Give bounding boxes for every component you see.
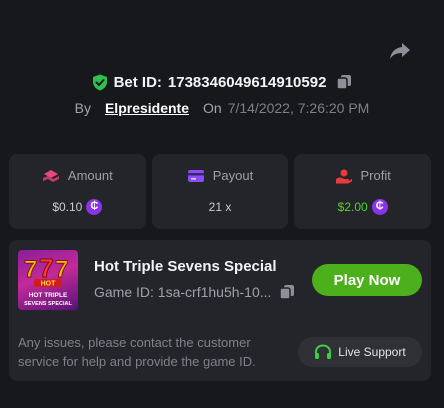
game-id-row: Game ID: 1sa-crf1hu5h-10... [94,284,295,300]
copy-icon [336,75,352,90]
game-thumbnail[interactable]: 7 7 7 HOT HOT TRIPLE SEVENS SPECIAL [18,250,78,310]
profit-label: Profit [360,168,391,183]
coin-icon: ₵ [86,198,103,215]
game-title: Hot Triple Sevens Special [94,258,277,275]
copy-icon [279,285,295,300]
payout-label: Payout [212,168,254,183]
share-icon [390,43,410,59]
play-now-button[interactable]: Play Now [312,264,422,296]
support-notice: Any issues, please contact the customer … [18,335,256,369]
payout-card: Payout 21 x [151,154,289,229]
amount-icon [42,168,60,184]
copy-bet-id-button[interactable] [336,74,352,90]
on-label: On [203,100,222,116]
profit-card: Profit $2.00 ₵ [294,154,432,229]
profit-value: $2.00 [337,199,368,214]
bet-date: 7/14/2022, 7:26:20 PM [227,100,370,116]
bet-stats: Amount $0.10 ₵ Payout 21 x Profit $2.00 … [9,154,432,229]
bet-id-row: Bet ID: 1738346049614910592 [0,72,444,92]
copy-game-id-button[interactable] [279,284,295,300]
svg-text:7: 7 [24,256,37,283]
amount-card: Amount $0.10 ₵ [9,154,146,229]
share-button[interactable] [389,40,411,62]
profit-icon [335,168,353,184]
username-link[interactable]: Elpresidente [105,100,189,116]
live-support-label: Live Support [338,345,406,359]
coin-icon: ₵ [371,198,388,215]
headset-icon [314,343,332,361]
payout-value: 21 x [208,199,232,214]
bet-id-label: Bet ID: [113,73,162,91]
game-id: Game ID: 1sa-crf1hu5h-10... [94,284,272,300]
thumb-caption-1: HOT TRIPLE [29,292,68,299]
thumb-logo: HOT [41,281,57,288]
bet-id-value: 1738346049614910592 [167,73,327,91]
game-card: 7 7 7 HOT HOT TRIPLE SEVENS SPECIAL Hot … [9,240,431,381]
payout-card-icon [187,168,205,184]
svg-text:7: 7 [55,256,68,283]
svg-text:7: 7 [39,253,53,283]
amount-value: $0.10 [52,199,83,214]
bet-byline: By Elpresidente On 7/14/2022, 7:26:20 PM [0,98,444,118]
shield-check-icon [92,74,108,91]
thumb-caption-2: SEVENS SPECIAL [24,301,72,307]
amount-label: Amount [67,168,113,183]
live-support-button[interactable]: Live Support [298,337,422,367]
by-label: By [74,100,91,116]
